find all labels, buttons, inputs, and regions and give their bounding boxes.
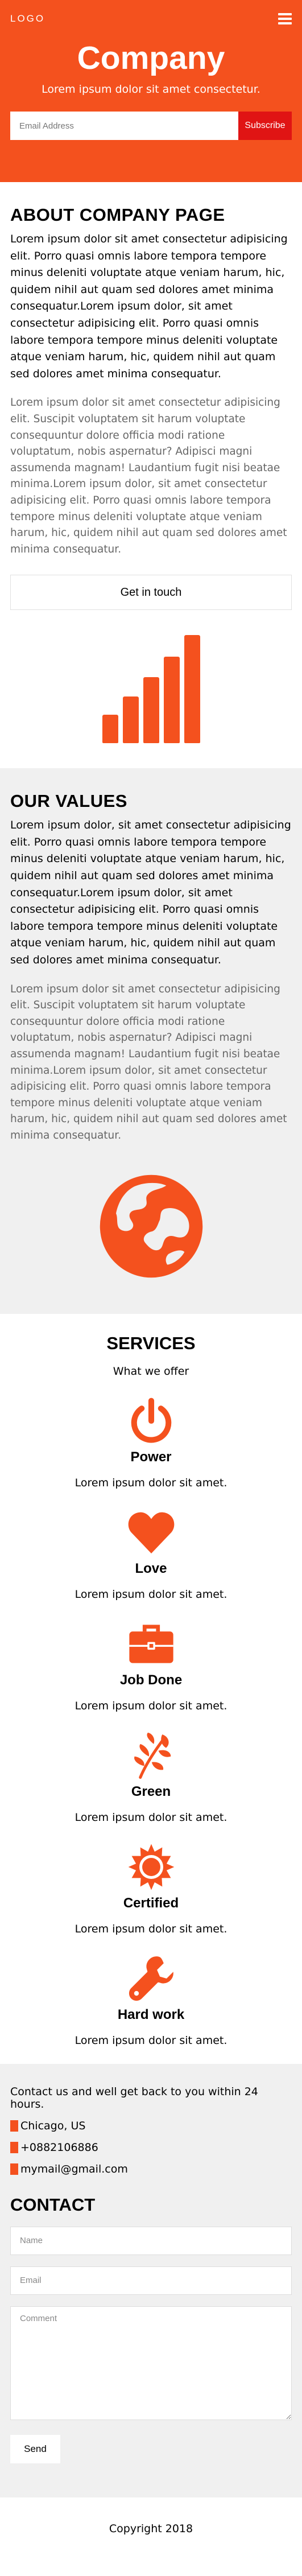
service-name: Job Done [119, 1672, 183, 1688]
copyright-text: Copyright 2018 [109, 2522, 193, 2535]
hero-header: LOGO Company Lorem ipsum dolor sit amet … [0, 0, 302, 182]
services-heading: SERVICES [106, 1333, 196, 1353]
about-paragraph-secondary: Lorem ipsum dolor sit amet consectetur a… [10, 397, 287, 555]
contact-section: Contact us and well get back to you with… [0, 2063, 302, 2497]
leaf-icon [134, 1732, 171, 1779]
service-item-certified: Certified Lorem ipsum dolor sit amet. [10, 1841, 292, 1935]
about-paragraph-primary: Lorem ipsum dolor sit amet consectetur a… [10, 233, 288, 380]
contact-email-text: mymail@gmail.com [20, 2162, 128, 2175]
service-name: Love [135, 1560, 167, 1576]
comment-field[interactable] [10, 2306, 292, 2420]
heart-icon [128, 1512, 174, 1553]
service-description: Lorem ipsum dolor sit amet. [75, 1699, 227, 1712]
footer: Copyright 2018 [0, 2497, 302, 2560]
service-item-job-done: Job Done Lorem ipsum dolor sit amet. [10, 1618, 292, 1712]
company-title: Company [77, 40, 225, 76]
contact-location: Chicago, US [10, 2120, 292, 2132]
services-subheading: What we offer [113, 1365, 189, 1378]
values-paragraph-secondary: Lorem ipsum dolor sit amet consectetur a… [10, 983, 287, 1141]
values-paragraph-primary: Lorem ipsum dolor, sit amet consectetur … [10, 819, 291, 967]
name-field[interactable] [10, 2226, 292, 2255]
power-icon [131, 1398, 171, 1443]
hamburger-menu-icon[interactable] [278, 13, 292, 24]
service-name: Certified [123, 1895, 179, 1911]
contact-email: mymail@gmail.com [10, 2163, 292, 2175]
subscribe-email-input[interactable] [10, 112, 238, 140]
about-section: ABOUT COMPANY PAGE Lorem ipsum dolor sit… [0, 182, 302, 768]
service-item-green: Green Lorem ipsum dolor sit amet. [10, 1729, 292, 1824]
service-name: Green [131, 1783, 171, 1799]
phone-icon [10, 2141, 18, 2153]
certificate-icon [128, 1844, 174, 1890]
services-section: SERVICES What we offer Power Lorem ipsum… [0, 1314, 302, 2064]
contact-intro: Contact us and well get back to you with… [10, 2085, 258, 2111]
email-field[interactable] [10, 2266, 292, 2295]
service-description: Lorem ipsum dolor sit amet. [75, 2034, 227, 2047]
contact-heading: CONTACT [10, 2194, 96, 2215]
subscribe-button[interactable]: Subscribe [238, 112, 292, 140]
get-in-touch-button[interactable]: Get in touch [10, 575, 292, 611]
values-section: OUR VALUES Lorem ipsum dolor, sit amet c… [0, 768, 302, 1314]
envelope-icon [10, 2163, 18, 2175]
service-description: Lorem ipsum dolor sit amet. [75, 1476, 227, 1489]
service-name: Hard work [117, 2006, 185, 2022]
logo-link[interactable]: LOGO [10, 13, 45, 24]
service-item-love: Love Lorem ipsum dolor sit amet. [10, 1506, 292, 1601]
signal-bars-icon [102, 634, 200, 744]
top-bar: LOGO [0, 0, 302, 38]
values-heading: OUR VALUES [10, 791, 127, 811]
service-item-hard-work: Hard work Lorem ipsum dolor sit amet. [10, 1952, 292, 2047]
hero-tagline: Lorem ipsum dolor sit amet consectetur. [42, 83, 260, 96]
map-marker-icon [10, 2120, 18, 2132]
service-description: Lorem ipsum dolor sit amet. [75, 1811, 227, 1824]
contact-phone-text: +0882106886 [20, 2141, 98, 2154]
service-description: Lorem ipsum dolor sit amet. [75, 1588, 227, 1601]
contact-phone: +0882106886 [10, 2141, 292, 2154]
service-description: Lorem ipsum dolor sit amet. [75, 1922, 227, 1935]
service-name: Power [130, 1449, 172, 1465]
service-item-power: Power Lorem ipsum dolor sit amet. [10, 1395, 292, 1489]
subscribe-form: Subscribe [10, 112, 292, 140]
briefcase-icon [129, 1624, 173, 1663]
wrench-icon [129, 1956, 173, 2001]
about-heading: ABOUT COMPANY PAGE [10, 205, 225, 225]
contact-location-text: Chicago, US [20, 2119, 86, 2132]
globe-icon [100, 1174, 202, 1277]
send-button[interactable]: Send [10, 2434, 60, 2463]
